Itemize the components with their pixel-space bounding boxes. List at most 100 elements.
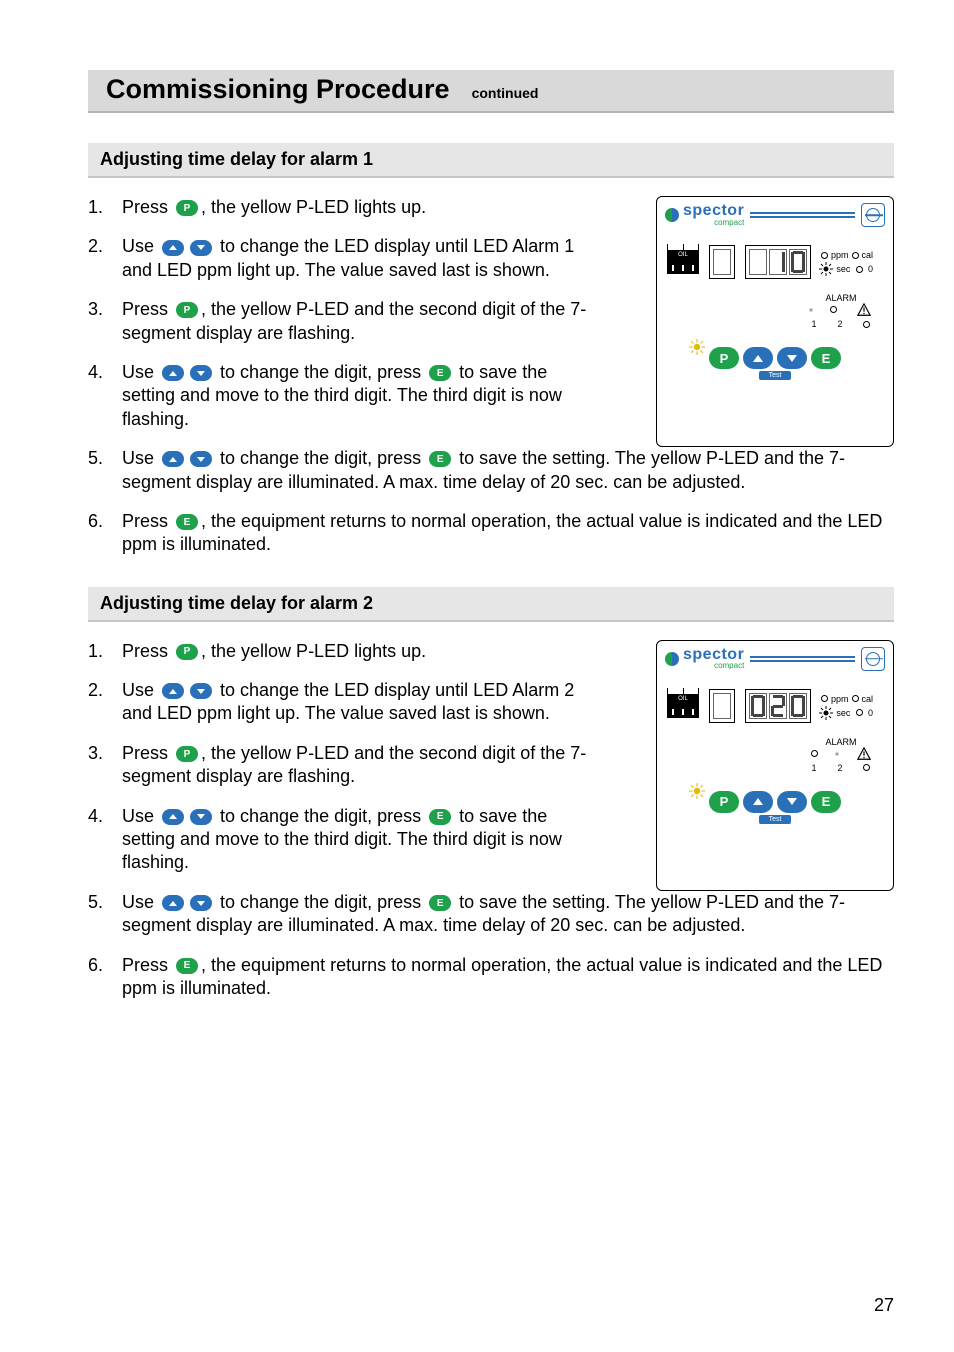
step-text: Press [122,743,173,763]
device-up-button[interactable] [743,791,773,813]
device-e-button[interactable]: E [811,791,841,813]
seven-segment-display [709,245,735,279]
page-number: 27 [874,1295,894,1316]
indicator-column: ppmcalsec0 [821,694,873,718]
step-text: , the yellow P-LED lights up. [201,641,426,661]
step-item: 6.Press E, the equipment returns to norm… [88,510,894,557]
step-item: 5.Use to change the digit, press E to sa… [88,447,894,494]
device-panel: spectorcompactOILppmcalsec0ALARM12PETest [656,196,894,447]
warning-icon [857,747,871,761]
alarm-2-num: 2 [837,763,842,773]
e-button-icon: E [428,809,452,825]
step-text: Use [122,448,159,468]
seven-seg-digit [713,693,731,719]
up-button-icon [161,451,185,467]
device-p-button[interactable]: P [709,791,739,813]
alarm-2-num: 2 [837,319,842,329]
brand: spectorcompact [665,204,744,226]
led-ppm [821,252,828,259]
test-label: Test [759,371,791,380]
led-zero [856,709,863,716]
device-down-button[interactable] [777,347,807,369]
alarm-1-num: 1 [811,319,816,329]
step-number: 1. [88,196,122,219]
test-label: Test [759,815,791,824]
led-cal [852,695,859,702]
p-button-icon: P [175,644,199,660]
device-p-button[interactable]: P [709,347,739,369]
button-row: PE [657,347,893,369]
device-e-button[interactable]: E [811,347,841,369]
label-cal: cal [862,694,874,704]
step-item: 5.Use to change the digit, press E to sa… [88,891,894,938]
seven-seg-digit [789,249,807,275]
step-text: Use [122,680,159,700]
device-up-button[interactable] [743,347,773,369]
alarm-2-led [830,305,837,315]
step-text: Press [122,955,173,975]
alarm-1-led [811,749,818,759]
brand-sub: compact [683,662,744,669]
seven-segment-display [745,689,811,723]
step-text: Use [122,892,159,912]
label-sec: sec [836,708,850,718]
brand-sub: compact [683,219,744,226]
up-button-icon [161,683,185,699]
step-text: Use [122,236,159,256]
step-text: , the equipment returns to normal operat… [122,511,882,554]
brand-name: spector [683,204,744,218]
led-zero [856,266,863,273]
decor-line [750,212,855,218]
indicator-column: ppmcalsec0 [821,250,873,274]
device-panel: spectorcompactOILppmcalsec0ALARM12PETest [656,640,894,891]
label-ppm: ppm [831,250,849,260]
label-ppm: ppm [831,694,849,704]
step-number: 6. [88,510,122,557]
p-button-icon: P [175,302,199,318]
device-down-button[interactable] [777,791,807,813]
p-button-icon: P [175,746,199,762]
step-text: Press [122,299,173,319]
led-ppm [821,695,828,702]
brand-logo-icon [665,652,679,666]
seven-seg-digit [789,693,807,719]
alarm-1-num: 1 [811,763,816,773]
led-warning [863,321,870,328]
step-number: 2. [88,235,122,282]
button-row: PE [657,791,893,813]
step-number: 4. [88,805,122,875]
seven-seg-digit [749,249,767,275]
p-led-on-icon [689,339,705,360]
section-heading: Adjusting time delay for alarm 2 [88,587,894,622]
step-number: 3. [88,742,122,789]
gestra-logo-icon [861,647,885,671]
step-text: Use [122,362,159,382]
step-text: to change the digit, press [215,806,426,826]
label-sec: sec [836,264,850,274]
label-cal: cal [862,250,874,260]
e-button-icon: E [428,451,452,467]
step-number: 1. [88,640,122,663]
step-text: to change the digit, press [215,448,426,468]
step-number: 3. [88,298,122,345]
up-button-icon [161,809,185,825]
step-number: 6. [88,954,122,1001]
down-button-icon [189,240,213,256]
step-text: , the equipment returns to normal operat… [122,955,882,998]
alarm-label: ALARM [801,293,881,303]
alarm-indicator: ALARM12 [801,737,881,773]
step-text: Press [122,641,173,661]
oil-indicator: OIL [667,250,699,274]
decor-line [750,656,855,662]
step-item: 6.Press E, the equipment returns to norm… [88,954,894,1001]
up-button-icon [161,240,185,256]
alarm-indicator: ALARM 1 2 [801,293,881,329]
e-button-icon: E [175,514,199,530]
step-text: Use [122,806,159,826]
seven-seg-digit [749,693,767,719]
led-sec-on-icon [821,708,831,718]
brand-logo-icon [665,208,679,222]
down-button-icon [189,365,213,381]
seven-seg-digit [713,249,731,275]
brand: spectorcompact [665,648,744,670]
